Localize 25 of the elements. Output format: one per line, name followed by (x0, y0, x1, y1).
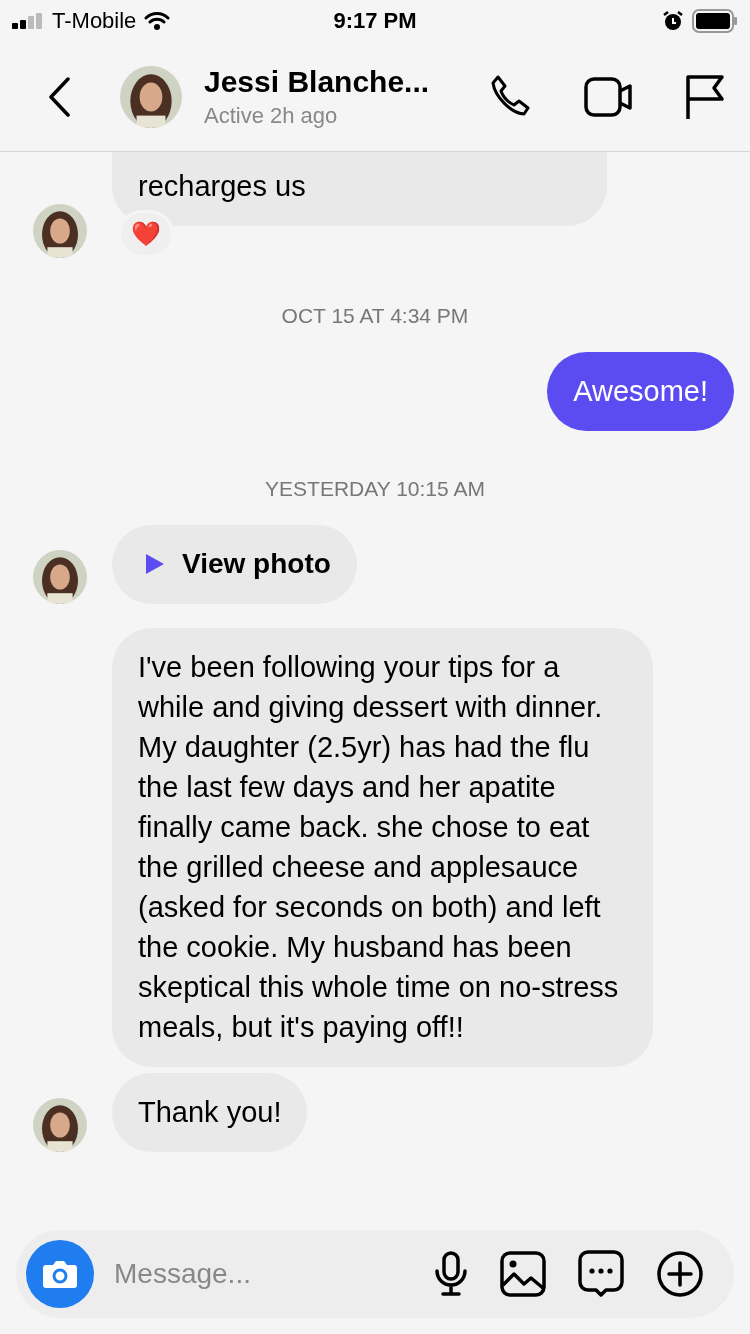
received-message: I've been following your tips for a while and giving dessert with dinner. My daughter (2.5yr) has had the flu the last few days and her apatite finally came back. she chose to eat the grilled cheese and applesauce (asked for seconds on both) and left the cookie. My husband has been skeptical this whole time on no-stress meals, but it's paying off!! (112, 628, 653, 1067)
message-input[interactable]: Message... (112, 1257, 402, 1291)
activity-status: Active 2h ago (204, 102, 339, 129)
signal-icon (12, 13, 44, 29)
sent-message: Awesome! (547, 352, 734, 431)
battery-icon (692, 9, 738, 33)
back-button[interactable] (48, 76, 72, 117)
wifi-icon (144, 11, 171, 31)
video-camera-icon[interactable] (584, 75, 634, 118)
status-time: 9:17 PM (333, 8, 417, 34)
image-icon[interactable] (500, 1251, 546, 1297)
alarm-icon (662, 10, 684, 32)
camera-icon (42, 1259, 78, 1289)
chat-bubble-icon[interactable] (578, 1250, 624, 1298)
flag-icon[interactable] (684, 72, 726, 121)
timestamp: OCT 15 AT 4:34 PM (280, 304, 470, 328)
camera-button[interactable] (26, 1240, 94, 1308)
timestamp: YESTERDAY 10:15 AM (264, 477, 486, 501)
microphone-icon[interactable] (434, 1251, 468, 1297)
plus-icon[interactable] (656, 1250, 704, 1298)
received-message: Thank you! (112, 1073, 308, 1152)
carrier-name: T-Mobile (52, 8, 137, 34)
contact-name[interactable]: Jessi Blanche... (204, 64, 486, 99)
view-photo-button[interactable]: View photo (112, 525, 357, 604)
play-icon (144, 552, 166, 576)
